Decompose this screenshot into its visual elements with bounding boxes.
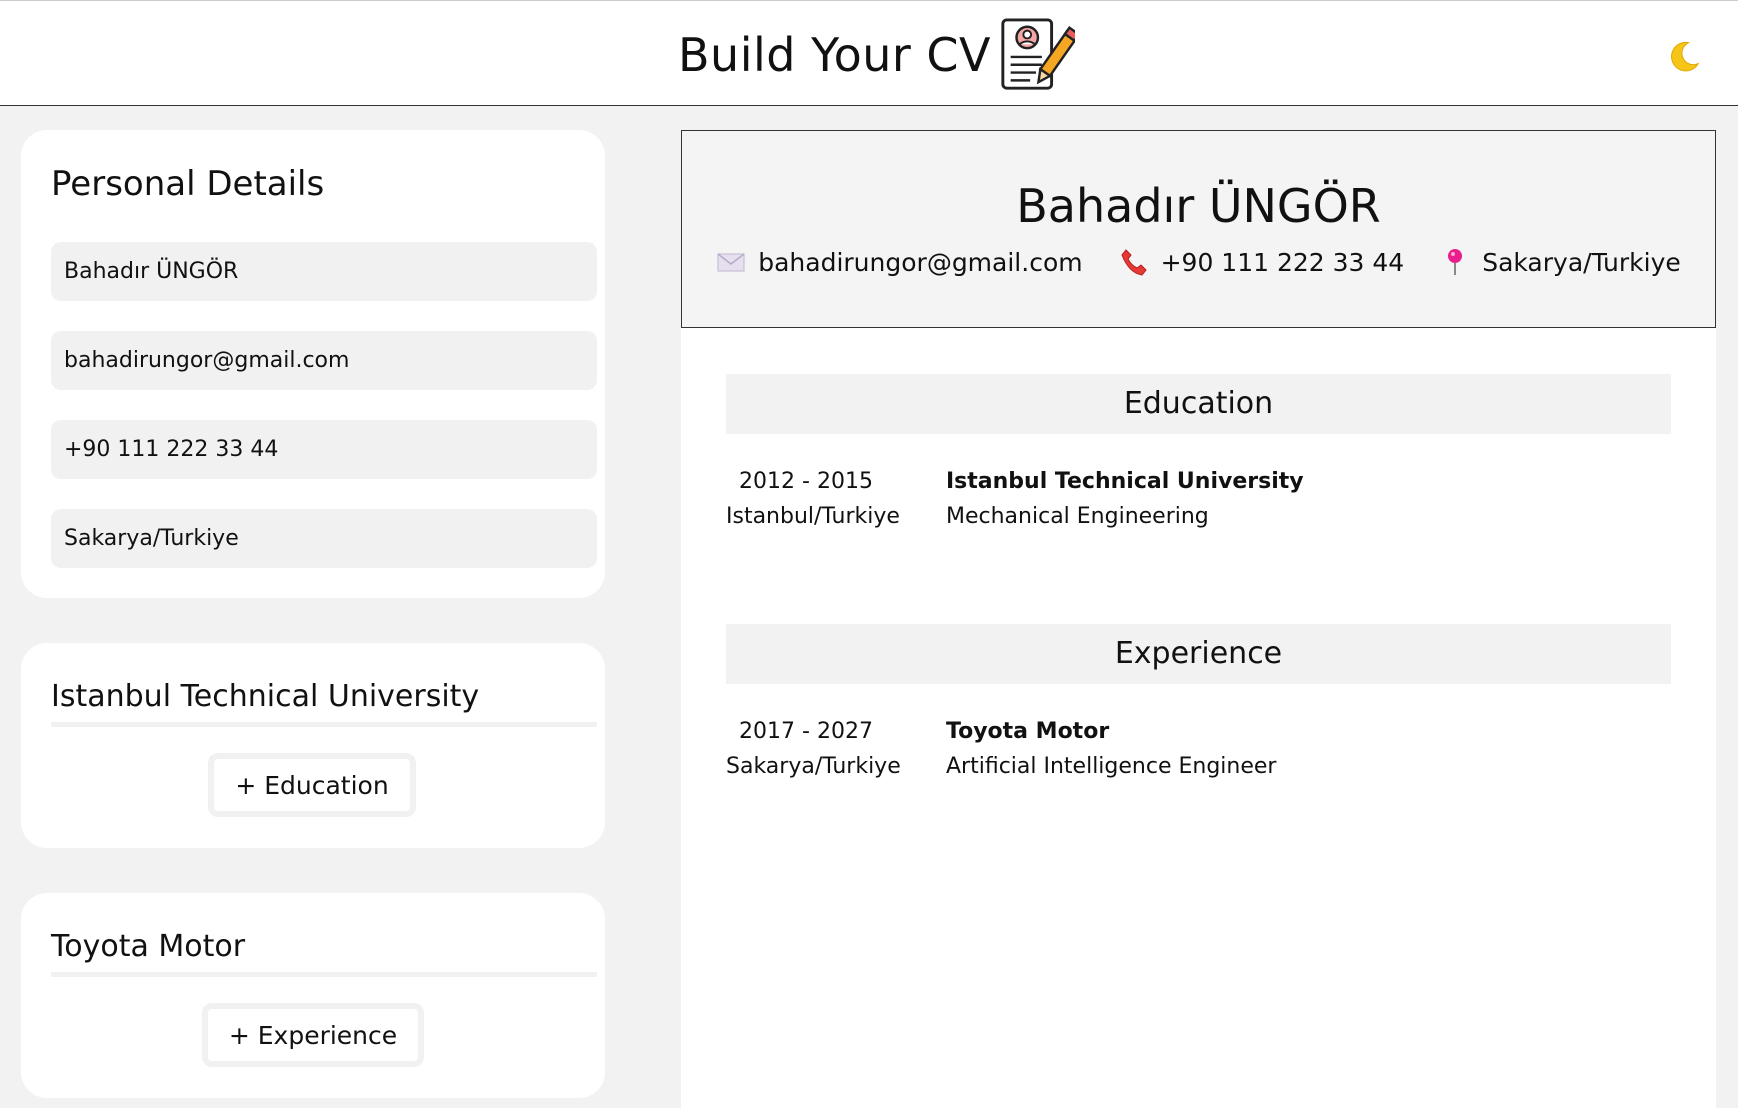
education-card: Istanbul Technical University + Educatio… xyxy=(21,643,605,848)
phone-icon xyxy=(1121,249,1147,276)
app-header: Build Your CV xyxy=(0,0,1738,106)
experience-entry[interactable]: Toyota Motor xyxy=(51,929,597,977)
cv-name: Bahadır ÜNGÖR xyxy=(1016,179,1381,233)
cv-contacts: bahadirungor@gmail.com +90 111 222 33 44… xyxy=(682,247,1715,277)
pin-icon xyxy=(1448,249,1463,275)
cv-email-text: bahadirungor@gmail.com xyxy=(758,247,1083,277)
cv-header: Bahadır ÜNGÖR bahadirungor@gmail.com +90… xyxy=(681,130,1716,328)
personal-details-title: Personal Details xyxy=(51,164,325,204)
education-place: Istanbul/Turkiye xyxy=(726,504,900,529)
education-entry[interactable]: Istanbul Technical University xyxy=(51,679,597,727)
add-education-button[interactable]: + Education xyxy=(208,753,416,817)
education-dates: 2012 - 2015 xyxy=(739,469,873,494)
experience-company: Toyota Motor xyxy=(946,719,1110,744)
envelope-icon xyxy=(717,253,745,272)
cv-experience-item: 2017 - 2027 Sakarya/Turkiye Toyota Motor… xyxy=(726,714,1671,784)
phone-input[interactable]: +90 111 222 33 44 xyxy=(51,420,597,479)
cv-email: bahadirungor@gmail.com xyxy=(716,247,1083,277)
cv-education-item: 2012 - 2015 Istanbul/Turkiye Istanbul Te… xyxy=(726,464,1671,534)
experience-dates: 2017 - 2027 xyxy=(739,719,873,744)
cv-education-heading: Education xyxy=(726,374,1671,434)
personal-details-card: Personal Details Bahadır ÜNGÖR bahadirun… xyxy=(21,130,605,598)
cv-location-text: Sakarya/Turkiye xyxy=(1482,247,1681,277)
education-degree: Mechanical Engineering xyxy=(946,504,1209,529)
cv-experience-heading: Experience xyxy=(726,624,1671,684)
experience-place: Sakarya/Turkiye xyxy=(726,754,901,779)
add-experience-button[interactable]: + Experience xyxy=(202,1003,424,1067)
cv-phone: +90 111 222 33 44 xyxy=(1119,247,1405,277)
cv-location: Sakarya/Turkiye xyxy=(1440,247,1681,277)
education-school: Istanbul Technical University xyxy=(946,469,1304,494)
cv-phone-text: +90 111 222 33 44 xyxy=(1160,247,1405,277)
experience-card: Toyota Motor + Experience xyxy=(21,893,605,1098)
cv-preview: Bahadır ÜNGÖR bahadirungor@gmail.com +90… xyxy=(681,130,1716,1108)
email-input[interactable]: bahadirungor@gmail.com xyxy=(51,331,597,390)
cv-document-pencil-icon xyxy=(1001,18,1076,90)
moon-icon[interactable] xyxy=(1664,37,1702,75)
app-title: Build Your CV xyxy=(678,28,992,82)
experience-role: Artificial Intelligence Engineer xyxy=(946,754,1277,779)
name-input[interactable]: Bahadır ÜNGÖR xyxy=(51,242,597,301)
location-input[interactable]: Sakarya/Turkiye xyxy=(51,509,597,568)
brand: Build Your CV xyxy=(678,15,1076,95)
